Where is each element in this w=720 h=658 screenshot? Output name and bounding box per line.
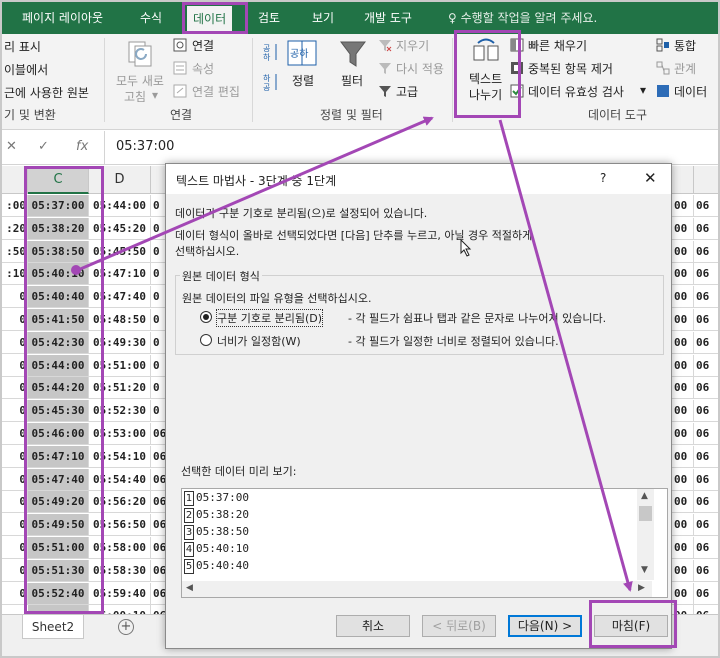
arrow-to-finish-button bbox=[498, 119, 633, 592]
arrow-origin-dot bbox=[71, 265, 81, 275]
annotation-arrows bbox=[71, 116, 633, 592]
arrow-to-text-to-columns bbox=[77, 116, 434, 272]
